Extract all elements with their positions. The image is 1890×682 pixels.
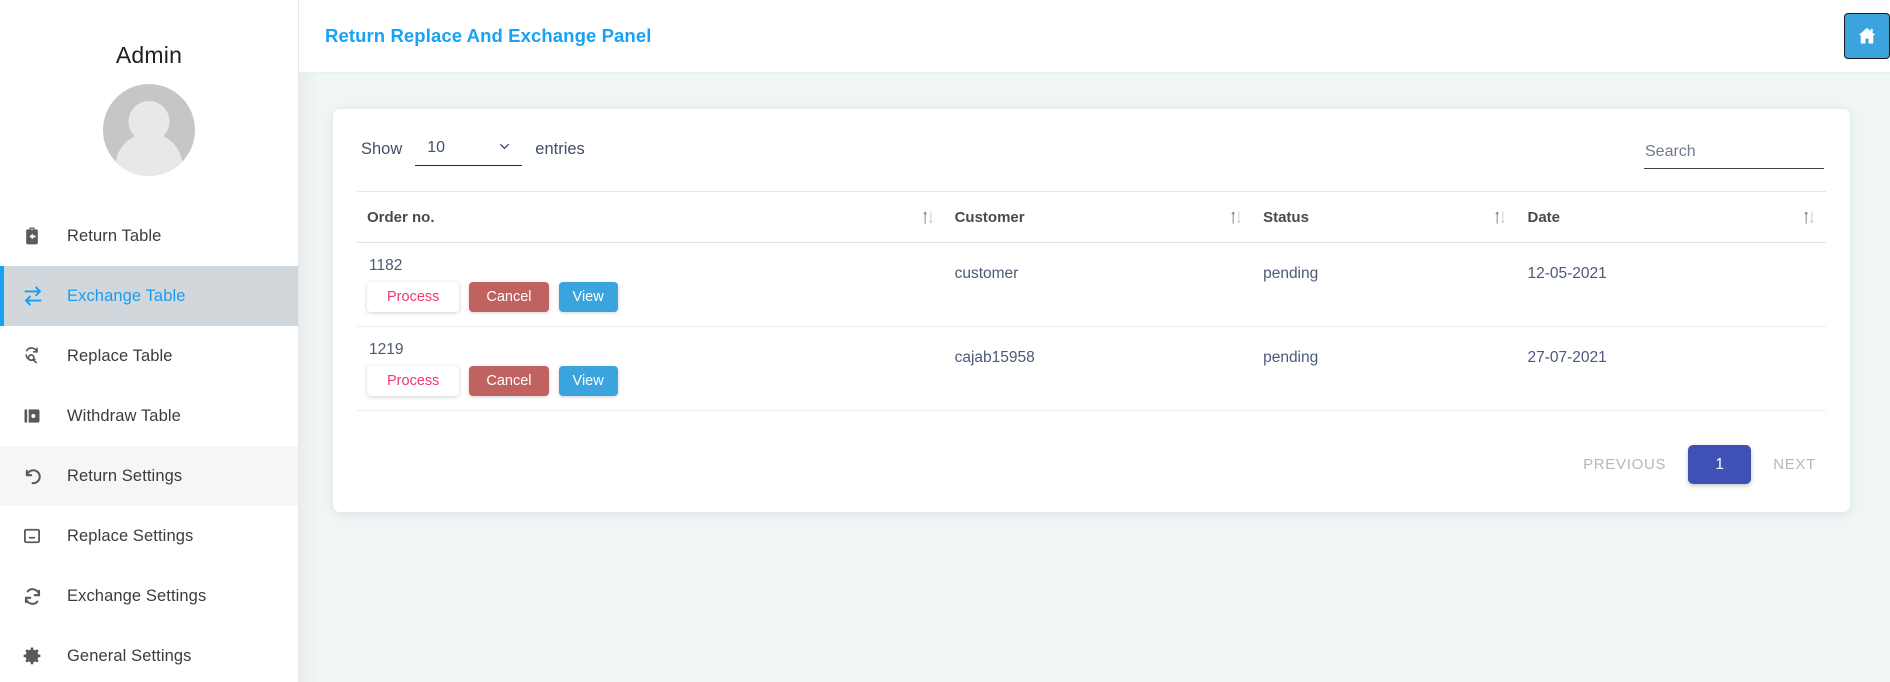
clipboard-back-arrow-icon — [22, 226, 56, 246]
sidebar-item-label: Exchange Settings — [67, 586, 207, 605]
cancel-button[interactable]: Cancel — [469, 366, 549, 396]
orders-table: Order no. Customer Status Date 1182 Proc… — [357, 191, 1826, 411]
cell-date: 27-07-2021 — [1517, 326, 1826, 411]
view-button[interactable]: View — [558, 366, 618, 396]
sidebar-item-return-table[interactable]: Return Table — [0, 206, 298, 266]
show-entries-control: Show 10 25 50 100 — [361, 133, 585, 166]
main-area: Return Replace And Exchange Panel Show 1… — [299, 0, 1890, 682]
pagination: PREVIOUS 1 NEXT — [357, 411, 1826, 490]
process-button[interactable]: Process — [367, 282, 460, 312]
column-label: Status — [1263, 209, 1309, 226]
cell-customer: cajab15958 — [944, 326, 1254, 411]
datatable-card: Show 10 25 50 100 — [333, 109, 1850, 512]
sidebar-item-label: Exchange Table — [67, 286, 186, 305]
order-number: 1182 — [369, 257, 403, 274]
content-area: Show 10 25 50 100 — [299, 73, 1890, 682]
cell-order-no: 1219 Process Cancel View — [357, 326, 945, 411]
table-head: Order no. Customer Status Date — [357, 191, 1826, 243]
pagination-page-1[interactable]: 1 — [1688, 445, 1752, 484]
sidebar-nav: Return Table Exchange Table Replace Tabl… — [0, 206, 298, 682]
column-label: Order no. — [367, 209, 435, 226]
sidebar-item-exchange-table[interactable]: Exchange Table — [0, 266, 298, 326]
replace-search-icon — [22, 346, 56, 366]
page-length-select-wrapper: 10 25 50 100 — [415, 133, 523, 166]
sidebar-item-general-settings[interactable]: General Settings — [0, 626, 298, 682]
show-label: Show — [361, 140, 403, 158]
sidebar-item-withdraw-table[interactable]: Withdraw Table — [0, 386, 298, 446]
entries-label: entries — [535, 140, 585, 158]
column-header-customer[interactable]: Customer — [944, 191, 1254, 243]
column-label: Customer — [954, 209, 1025, 226]
inbox-tray-icon — [22, 526, 56, 546]
cell-status: pending — [1253, 326, 1518, 411]
search-box — [1644, 140, 1824, 169]
column-header-status[interactable]: Status — [1253, 191, 1518, 243]
sidebar-item-replace-settings[interactable]: Replace Settings — [0, 506, 298, 566]
refresh-cycle-icon — [22, 586, 56, 607]
table-header-row: Order no. Customer Status Date — [357, 191, 1826, 243]
profile-name: Admin — [115, 42, 183, 68]
sidebar-item-exchange-settings[interactable]: Exchange Settings — [0, 566, 298, 626]
cell-date: 12-05-2021 — [1517, 242, 1826, 327]
column-header-date[interactable]: Date — [1517, 191, 1826, 243]
sidebar-item-label: Return Settings — [67, 466, 183, 485]
sort-updown-icon — [1802, 209, 1816, 226]
home-icon — [1856, 25, 1878, 47]
table-body: 1182 Process Cancel View customer pendin… — [357, 242, 1826, 411]
undo-arrow-icon — [22, 466, 56, 487]
datatable-controls: Show 10 25 50 100 — [357, 133, 1826, 187]
pagination-previous[interactable]: PREVIOUS — [1577, 456, 1672, 473]
table-row: 1182 Process Cancel View customer pendin… — [357, 242, 1826, 327]
cell-customer: customer — [944, 242, 1254, 327]
app-root: Admin Return Table Exchange Table Replac… — [0, 0, 1890, 682]
gear-icon — [22, 646, 56, 666]
sidebar-profile: Admin — [0, 0, 298, 176]
sort-updown-icon — [1229, 209, 1243, 226]
home-button[interactable] — [1844, 13, 1890, 59]
view-button[interactable]: View — [558, 282, 618, 312]
row-actions: Process Cancel View — [367, 282, 935, 312]
process-button[interactable]: Process — [367, 366, 460, 396]
sort-updown-icon — [1493, 209, 1507, 226]
row-actions: Process Cancel View — [367, 366, 935, 396]
column-header-order-no[interactable]: Order no. — [357, 191, 945, 243]
avatar — [103, 84, 195, 176]
cell-status: pending — [1253, 242, 1518, 327]
sidebar-item-label: General Settings — [67, 646, 192, 665]
sort-updown-icon — [921, 209, 935, 226]
exchange-arrows-icon — [22, 285, 56, 307]
search-input[interactable] — [1644, 140, 1824, 169]
sidebar-item-replace-table[interactable]: Replace Table — [0, 326, 298, 386]
table-row: 1219 Process Cancel View cajab15958 pend… — [357, 326, 1826, 411]
column-label: Date — [1527, 209, 1560, 226]
wallet-withdraw-icon — [22, 406, 56, 426]
cancel-button[interactable]: Cancel — [469, 282, 549, 312]
topbar: Return Replace And Exchange Panel — [299, 0, 1890, 73]
cell-order-no: 1182 Process Cancel View — [357, 242, 945, 327]
pagination-next[interactable]: NEXT — [1767, 456, 1822, 473]
sidebar-item-return-settings[interactable]: Return Settings — [0, 446, 298, 506]
sidebar-item-label: Return Table — [67, 226, 162, 245]
sidebar-item-label: Replace Settings — [67, 526, 194, 545]
sidebar-item-label: Withdraw Table — [67, 406, 181, 425]
page-length-select[interactable]: 10 25 50 100 — [415, 133, 523, 166]
sidebar-item-label: Replace Table — [67, 346, 173, 365]
sidebar: Admin Return Table Exchange Table Replac… — [0, 0, 299, 682]
order-number: 1219 — [369, 341, 404, 358]
avatar-body-shape — [115, 133, 183, 176]
page-title: Return Replace And Exchange Panel — [325, 25, 652, 46]
